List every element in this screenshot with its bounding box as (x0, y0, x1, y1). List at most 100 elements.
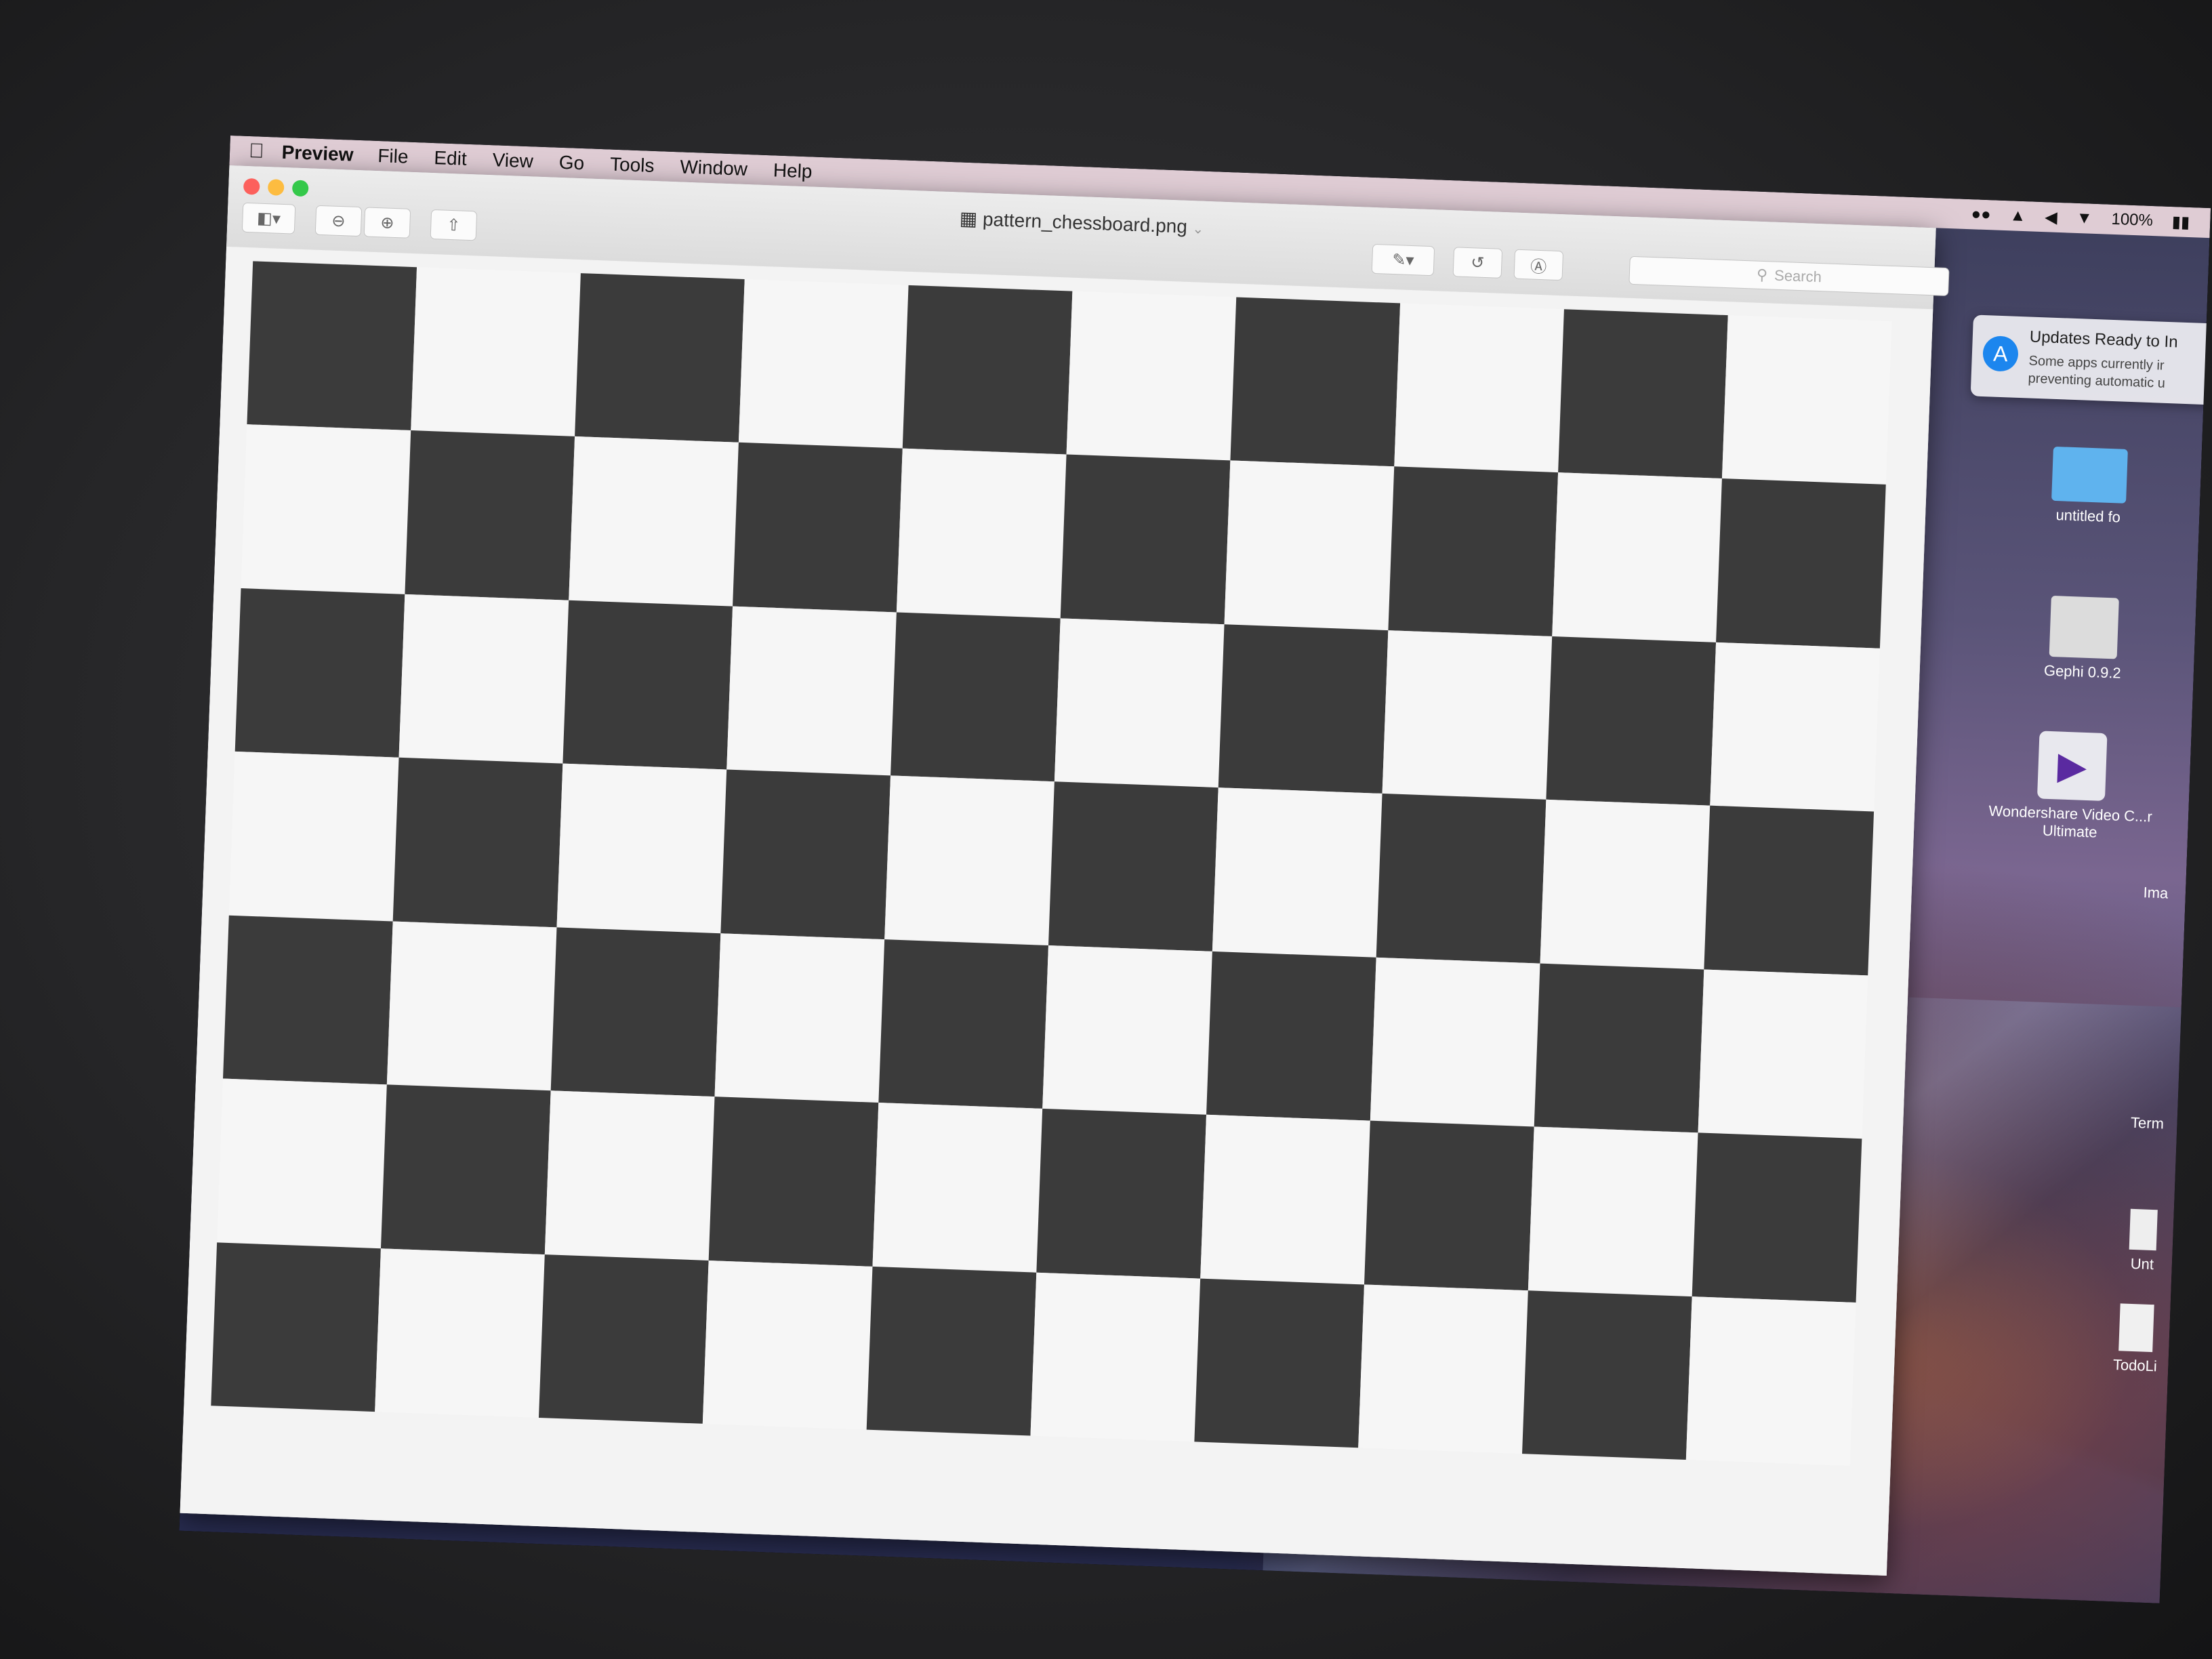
menu-tools[interactable]: Tools (610, 154, 655, 177)
chessboard-square (902, 285, 1073, 455)
app-store-icon: A (1982, 335, 2019, 372)
chessboard-square (562, 600, 733, 770)
chessboard-square (1685, 1296, 1856, 1466)
chessboard-square (575, 273, 745, 443)
chessboard-square (386, 921, 557, 1091)
desktop-icon-label: Unt (2130, 1254, 2154, 1273)
desktop-icon-untitled-folder[interactable]: untitled fo (2007, 445, 2172, 528)
zoom-in-button[interactable]: ⊕ (363, 207, 411, 239)
chessboard-square (1692, 1132, 1862, 1303)
apple-menu-icon[interactable]:  (249, 140, 265, 163)
chessboard-square (1194, 1278, 1365, 1448)
chessboard-square (1218, 624, 1389, 794)
zoom-out-icon: ⊖ (331, 211, 346, 230)
chessboard-square (1388, 466, 1559, 636)
chessboard-square (714, 933, 885, 1103)
chessboard-square (720, 769, 891, 939)
rotate-icon: ↺ (1470, 253, 1485, 272)
chessboard-square (1704, 805, 1875, 976)
update-notification[interactable]: A Updates Ready to In Some apps currentl… (1970, 314, 2211, 406)
chessboard-square (241, 424, 411, 594)
chessboard-square (896, 449, 1067, 619)
chessboard-square (1382, 630, 1553, 800)
volume-icon[interactable]: ◀ (2045, 207, 2058, 228)
file-icon (2118, 1303, 2154, 1353)
desktop-icon-wondershare[interactable]: ▶ Wondershare Video C...r Ultimate (1982, 729, 2162, 843)
chessboard-square (1060, 454, 1231, 625)
preview-window: ◧▾ ⊖ ⊕ ⇧ ▦ pattern_chessboard.png ⌄ ✎▾ ↺ (180, 165, 1950, 1576)
share-button[interactable]: ⇧ (430, 209, 478, 241)
chessboard-square (1066, 291, 1237, 461)
menu-file[interactable]: File (377, 145, 409, 168)
markup-toolbar-button[interactable]: Ⓐ (1513, 249, 1564, 281)
airdrop-icon[interactable]: ▲ (2009, 206, 2026, 226)
sidebar-toggle-button[interactable]: ◧▾ (241, 202, 296, 234)
sidebar-icon: ◧▾ (256, 209, 281, 228)
status-area: ●● ▲ ◀ ▼ 100% ▮▮ (1971, 205, 2211, 233)
chessboard-square (375, 1248, 545, 1418)
chessboard-square (738, 279, 909, 449)
zoom-in-icon: ⊕ (380, 213, 394, 232)
chessboard-square (211, 1242, 381, 1412)
chessboard-square (1528, 1126, 1698, 1296)
desktop-icon-term[interactable]: Term (2120, 1113, 2175, 1133)
chessboard-square (1224, 460, 1395, 630)
chessboard-square (890, 612, 1061, 782)
markup-icon: Ⓐ (1530, 257, 1547, 276)
menu-edit[interactable]: Edit (434, 147, 467, 170)
chessboard-square (1030, 1272, 1201, 1442)
chessboard-square (1048, 781, 1218, 951)
chessboard-square (884, 775, 1054, 945)
screen:  Preview File Edit View Go Tools Window… (179, 136, 2211, 1603)
menu-help[interactable]: Help (773, 159, 813, 182)
document-title-text: pattern_chessboard.png (982, 208, 1188, 237)
chessboard-square (1200, 1114, 1370, 1285)
chessboard-square (550, 927, 721, 1097)
chessboard-square (1558, 309, 1728, 479)
chessboard-square (1358, 1284, 1528, 1454)
markup-pen-button[interactable]: ✎▾ (1371, 243, 1435, 276)
wechat-icon[interactable]: ●● (1971, 205, 1991, 224)
chessboard-square (1534, 963, 1704, 1133)
folder-icon (2051, 446, 2128, 504)
chessboard-square (247, 261, 417, 431)
desktop-icon-gephi[interactable]: Gephi 0.9.2 (2001, 594, 2166, 684)
battery-percent: 100% (2111, 209, 2154, 230)
menu-view[interactable]: View (492, 149, 533, 172)
chessboard-square (1546, 636, 1717, 806)
file-icon (2129, 1208, 2158, 1251)
chessboard-square (228, 752, 399, 922)
chessboard-square (1212, 787, 1382, 958)
battery-icon[interactable]: ▮▮ (2171, 212, 2190, 232)
chessboard-square (1370, 957, 1540, 1127)
menu-window[interactable]: Window (680, 156, 748, 180)
chessboard-square (1230, 297, 1401, 467)
menu-app-name[interactable]: Preview (281, 142, 354, 166)
chessboard-square (392, 758, 563, 928)
desktop-icon-unt[interactable]: Unt (2114, 1208, 2171, 1274)
search-placeholder: Search (1774, 266, 1822, 286)
chessboard-square (1376, 794, 1547, 964)
search-icon: ⚲ (1756, 266, 1768, 284)
menu-go[interactable]: Go (558, 152, 584, 174)
pen-icon: ✎▾ (1391, 250, 1414, 270)
chessboard-square (380, 1084, 551, 1254)
chessboard-square (1364, 1120, 1534, 1290)
desktop-icon-ima[interactable]: Ima (2128, 883, 2183, 903)
rotate-button[interactable]: ↺ (1452, 247, 1503, 279)
wifi-icon[interactable]: ▼ (2076, 209, 2093, 228)
desktop-icon-label: Ima (2143, 884, 2169, 902)
notification-body: Some apps currently ir preventing automa… (2028, 352, 2166, 392)
chessboard-square (702, 1260, 873, 1430)
chessboard-square (1698, 969, 1868, 1139)
chessboard-square (538, 1254, 709, 1424)
zoom-out-button[interactable]: ⊖ (314, 205, 363, 237)
chevron-down-icon: ⌄ (1192, 222, 1204, 237)
chessboard-square (1206, 951, 1376, 1121)
desktop-icon-todolist[interactable]: TodoLi (2104, 1303, 2168, 1376)
chessboard-image (211, 261, 1892, 1466)
chessboard-square (398, 594, 569, 764)
share-icon: ⇧ (446, 216, 461, 235)
document-canvas (180, 246, 1933, 1576)
desktop-icon-label: Term (2130, 1113, 2165, 1132)
